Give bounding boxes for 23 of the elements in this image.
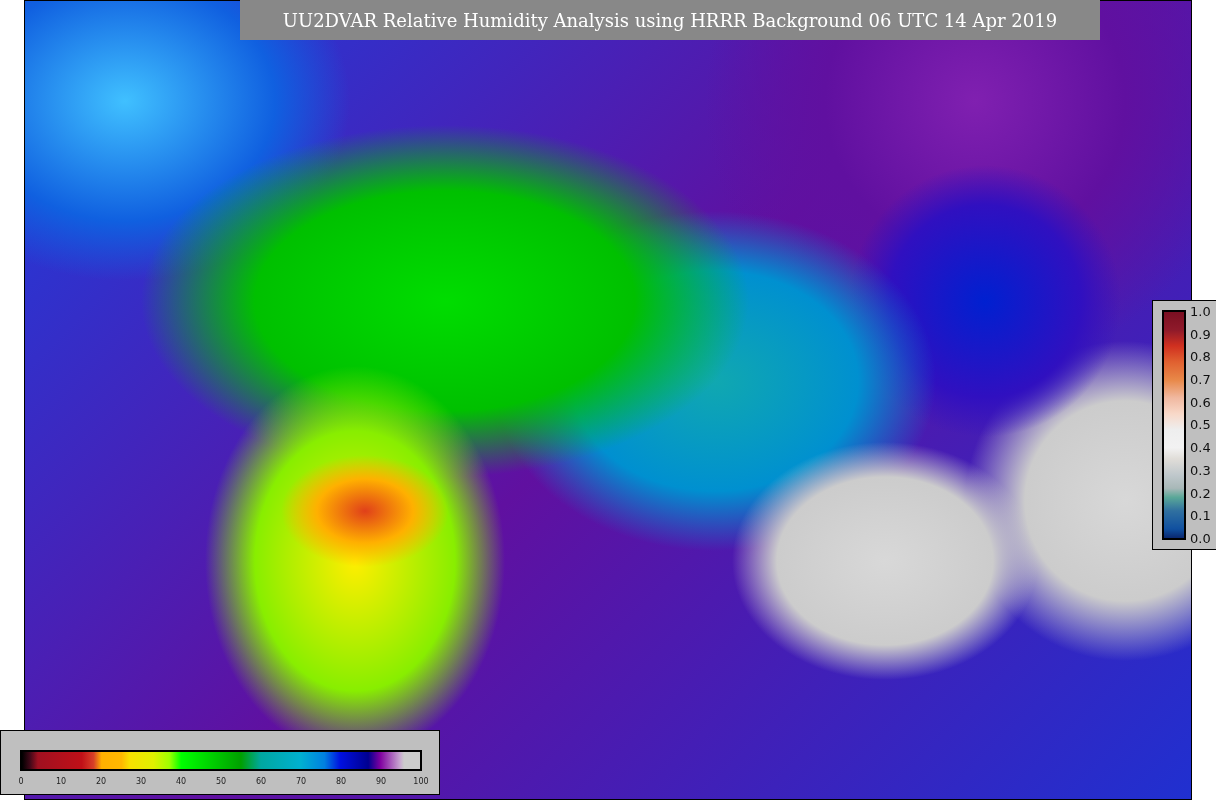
tick-label: 10 <box>54 777 68 786</box>
tick-label: 70 <box>294 777 308 786</box>
tick-label: 50 <box>214 777 228 786</box>
tick-label: 0.0 <box>1190 530 1211 546</box>
tick-label: 0.8 <box>1190 349 1211 365</box>
tick-label: 0.4 <box>1190 440 1211 456</box>
tick-label: 90 <box>374 777 388 786</box>
tick-label: 0.3 <box>1190 462 1211 478</box>
map-title: UU2DVAR Relative Humidity Analysis using HRRR Background 06 UTC 14 Apr 2019 <box>240 0 1100 40</box>
tick-label: 0.7 <box>1190 372 1211 388</box>
tick-label: 20 <box>94 777 108 786</box>
tick-label: 30 <box>134 777 148 786</box>
tick-label: 0.6 <box>1190 394 1211 410</box>
tick-label: 0.5 <box>1190 417 1211 433</box>
tick-label: 80 <box>334 777 348 786</box>
tick-label: 0.1 <box>1190 508 1211 524</box>
tick-label: 0.9 <box>1190 326 1211 342</box>
tick-label: 40 <box>174 777 188 786</box>
tick-label: 100 <box>412 777 430 786</box>
tick-label: 0 <box>17 777 25 786</box>
tick-label: 0.2 <box>1190 485 1211 501</box>
tick-label: 60 <box>254 777 268 786</box>
tick-label: 1.0 <box>1190 304 1211 319</box>
